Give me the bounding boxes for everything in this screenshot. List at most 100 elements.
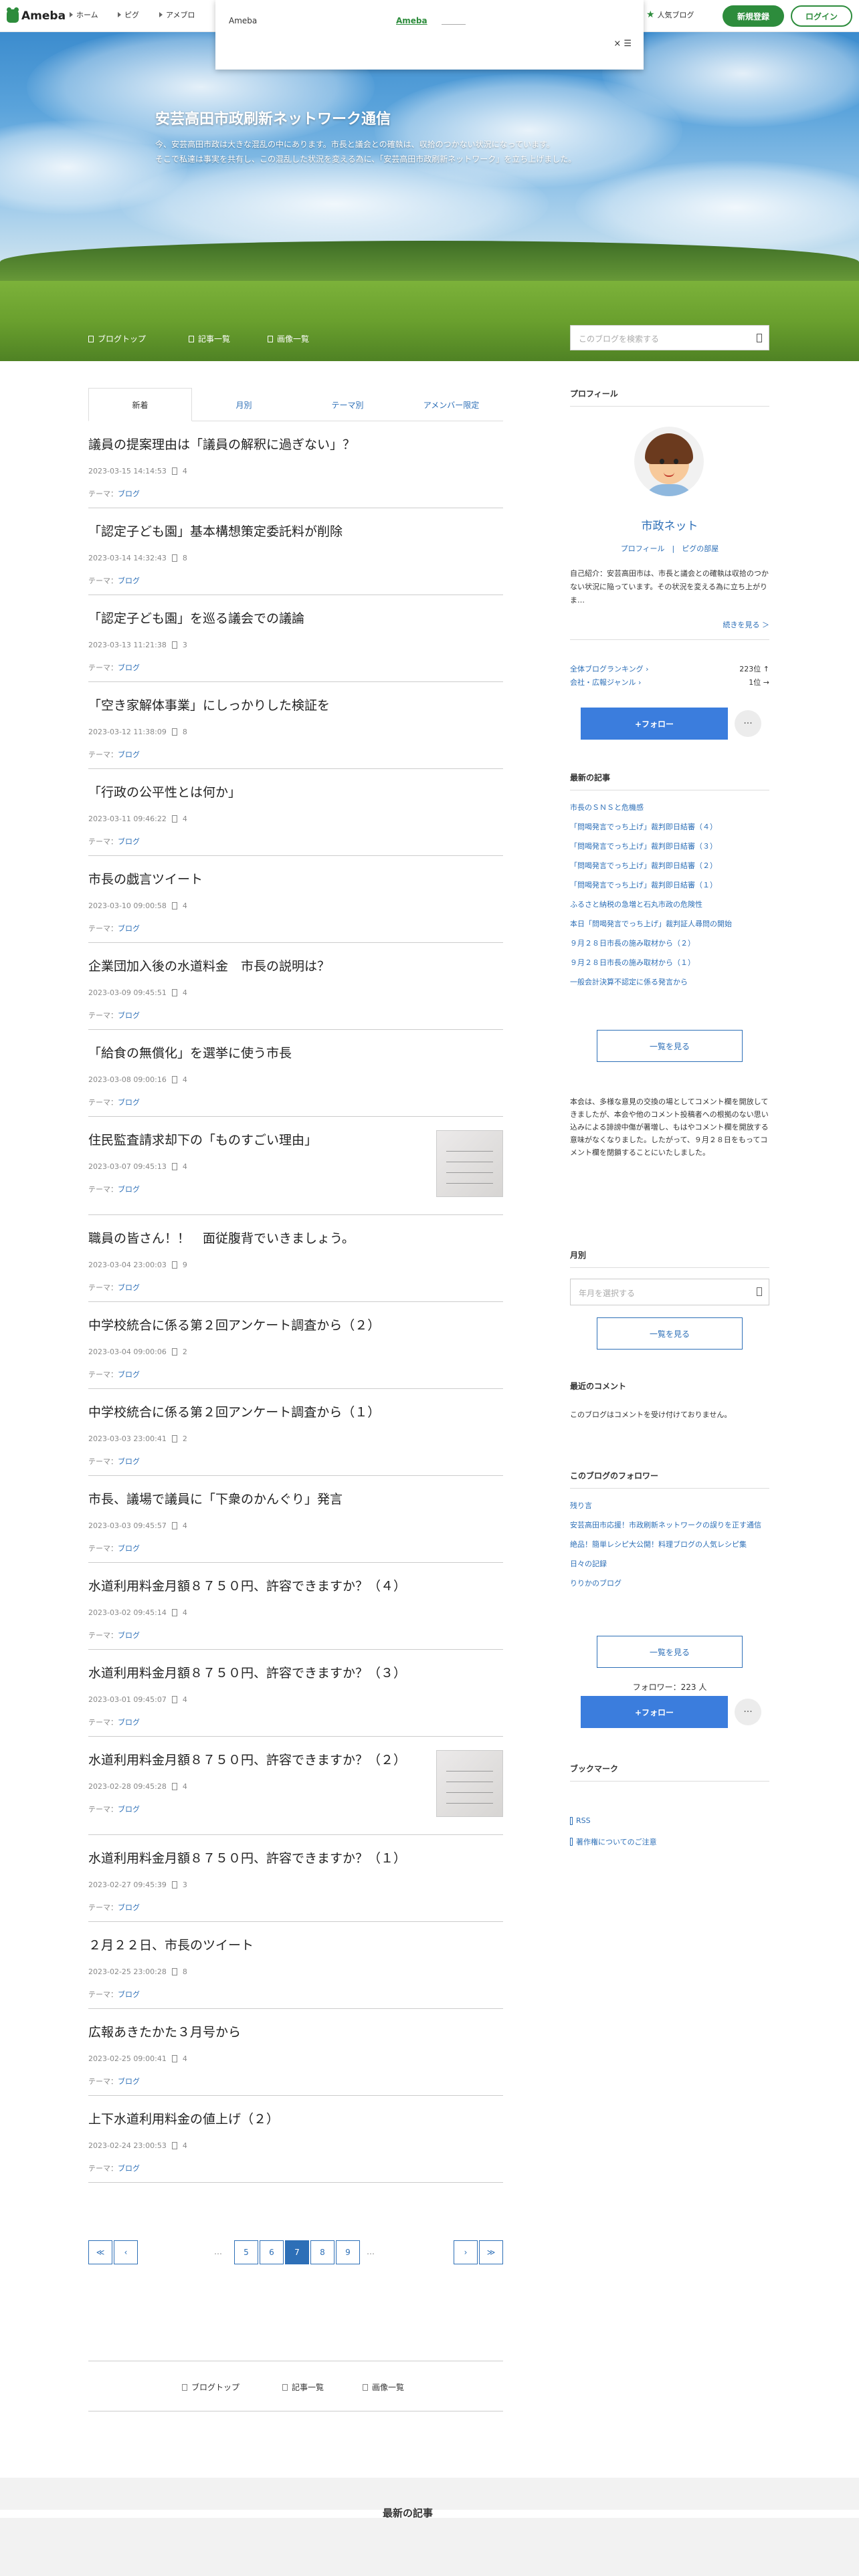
tab-monthly[interactable]: 月別 [192,388,296,421]
theme-link[interactable]: ブログ [118,1990,140,1999]
page-7[interactable]: 7 [285,2240,309,2264]
recent-article-link[interactable]: 一般会計決算不認定に係る発言から [570,977,769,987]
theme-link[interactable]: ブログ [118,663,140,672]
entry-title[interactable]: 水道利用料金月額８７５０円、許容できますか？（４） [88,1576,406,1594]
comment-icon[interactable] [171,728,177,736]
profile-more-link[interactable]: 続きを見る ＞ [723,619,770,630]
blog-title[interactable]: 安芸高田市政刷新ネットワーク通信 [155,107,391,128]
comment-icon[interactable] [171,467,177,475]
footer-blog-top[interactable]: ブログトップ [182,2381,240,2393]
recent-article-link[interactable]: 本日「問喝発言でっち上げ」裁判証人尋問の開始 [570,919,769,929]
top-link-home[interactable]: ホーム [70,9,98,20]
comment-icon[interactable] [171,1435,177,1442]
comment-icon[interactable] [171,1261,177,1269]
profile-name[interactable]: 市政ネット [570,516,769,533]
theme-link[interactable]: ブログ [118,1718,140,1727]
comment-icon[interactable] [171,1609,177,1616]
theme-link[interactable]: ブログ [118,1457,140,1466]
entry-title[interactable]: 企業団加入後の水道料金 市長の説明は？ [88,956,330,974]
theme-link[interactable]: ブログ [118,1185,140,1194]
first-page-button[interactable]: ≪ [88,2240,112,2264]
page-9[interactable]: 9 [336,2240,360,2264]
comment-icon[interactable] [171,2055,177,2062]
profile-links[interactable]: プロフィール | ピグの部屋 [570,543,769,554]
top-link-pigg[interactable]: ピグ [118,9,139,20]
entry-title[interactable]: 議員の提案理由は「議員の解釈に過ぎない」？ [88,435,355,453]
theme-link[interactable]: ブログ [118,1283,140,1292]
theme-link[interactable]: ブログ [118,576,140,585]
follow-button-bottom[interactable]: +フォロー [581,1696,728,1728]
entry-title[interactable]: 市長、議場で議員に「下衆のかんぐり」発言 [88,1489,343,1507]
nav-image-list[interactable]: 画像一覧 [268,333,309,344]
entry-title[interactable]: 住民監査請求却下の「ものすごい理由」 [88,1130,317,1148]
follower-blog-link[interactable]: 安芸高田市応援！市政刷新ネットワークの誤りを正す通信 [570,1520,769,1530]
theme-link[interactable]: ブログ [118,2077,140,2086]
entry-title[interactable]: 「認定子ども園」基本構想策定委託料が削除 [88,522,343,540]
theme-link[interactable]: ブログ [118,1631,140,1640]
footer-image-list[interactable]: 画像一覧 [363,2381,404,2393]
last-page-button[interactable]: ≫ [479,2240,503,2264]
entry-title[interactable]: 「行政の公平性とは何か」 [88,782,241,800]
ameba-logo[interactable]: Ameba [7,7,66,25]
recent-article-link[interactable]: 「問喝発言でっち上げ」裁判即日結審（２） [570,861,769,871]
entry-title[interactable]: 広報あきたかた３月号から [88,2022,241,2040]
entry-title[interactable]: 「空き家解体事業」にしっかりした検証を [88,695,330,714]
follower-blog-link[interactable]: 日々の記録 [570,1559,769,1569]
entry-title[interactable]: 中学校統合に係る第２回アンケート調査から（１） [88,1402,380,1420]
entry-title[interactable]: 中学校統合に係る第２回アンケート調査から（２） [88,1315,380,1333]
comment-icon[interactable] [171,1163,177,1170]
theme-link[interactable]: ブログ [118,2164,140,2173]
theme-link[interactable]: ブログ [118,1903,140,1912]
entry-title[interactable]: 「給食の無償化」を選挙に使う市長 [88,1043,292,1061]
recent-view-all-button[interactable]: 一覧を見る [597,1030,743,1062]
comment-icon[interactable] [171,2142,177,2149]
next-page-button[interactable]: › [454,2240,478,2264]
blog-search-input[interactable]: このブログを検索する [570,325,769,350]
recent-article-link[interactable]: 市長のＳＮＳと危機感 [570,802,769,813]
more-menu-icon[interactable]: ··· [735,710,761,737]
followers-view-all-button[interactable]: 一覧を見る [597,1636,743,1668]
theme-link[interactable]: ブログ [118,1544,140,1553]
recent-article-link[interactable]: 「問喝発言でっち上げ」裁判即日結審（１） [570,880,769,890]
entry-thumbnail[interactable] [436,1130,503,1197]
comment-icon[interactable] [171,1522,177,1529]
ranking-overall-link[interactable]: 全体ブログランキング › [570,663,649,674]
theme-link[interactable]: ブログ [118,924,140,933]
page-8[interactable]: 8 [310,2240,335,2264]
theme-link[interactable]: ブログ [118,1098,140,1107]
register-button[interactable]: 新規登録 [723,5,784,27]
comment-icon[interactable] [171,1076,177,1083]
popup-link[interactable]: Ameba [396,16,427,25]
theme-link[interactable]: ブログ [118,1805,140,1814]
popup-close-icon[interactable]: × ☰ [613,39,632,49]
nav-blog-top[interactable]: ブログトップ [88,333,146,344]
ranking-genre-link[interactable]: 会社・広報ジャンル › [570,677,641,687]
comment-icon[interactable] [171,902,177,909]
follower-blog-link[interactable]: 絶品！簡単レシピ大公開！料理ブログの人気レシピ集 [570,1539,769,1549]
comment-icon[interactable] [171,1696,177,1703]
theme-link[interactable]: ブログ [118,1370,140,1379]
tab-theme[interactable]: テーマ別 [296,388,399,421]
recent-article-link[interactable]: ふるさと納税の急増と石丸市政の危険性 [570,899,769,909]
tab-new[interactable]: 新着 [88,388,192,421]
page-5[interactable]: 5 [234,2240,258,2264]
theme-link[interactable]: ブログ [118,837,140,846]
search-icon[interactable] [757,334,762,342]
follower-blog-link[interactable]: 残り言 [570,1501,769,1511]
comment-icon[interactable] [171,815,177,823]
entry-title[interactable]: 「認定子ども園」を巡る議会での議論 [88,609,304,627]
theme-link[interactable]: ブログ [118,490,140,498]
theme-link[interactable]: ブログ [118,1011,140,1020]
comment-icon[interactable] [171,1881,177,1889]
follow-button[interactable]: +フォロー [581,708,728,740]
entry-title[interactable]: 水道利用料金月額８７５０円、許容できますか？（３） [88,1663,406,1681]
tab-amember[interactable]: アメンバー限定 [399,388,503,421]
comment-icon[interactable] [171,1783,177,1790]
footer-entry-list[interactable]: 記事一覧 [282,2381,324,2393]
month-select[interactable]: 年月を選択する [570,1279,769,1305]
page-6[interactable]: 6 [260,2240,284,2264]
entry-title[interactable]: 水道利用料金月額８７５０円、許容できますか？（１） [88,1848,406,1866]
recent-article-link[interactable]: 「問喝発言でっち上げ」裁判即日結審（４） [570,822,769,832]
nav-entry-list[interactable]: 記事一覧 [189,333,230,344]
comment-icon[interactable] [171,989,177,996]
